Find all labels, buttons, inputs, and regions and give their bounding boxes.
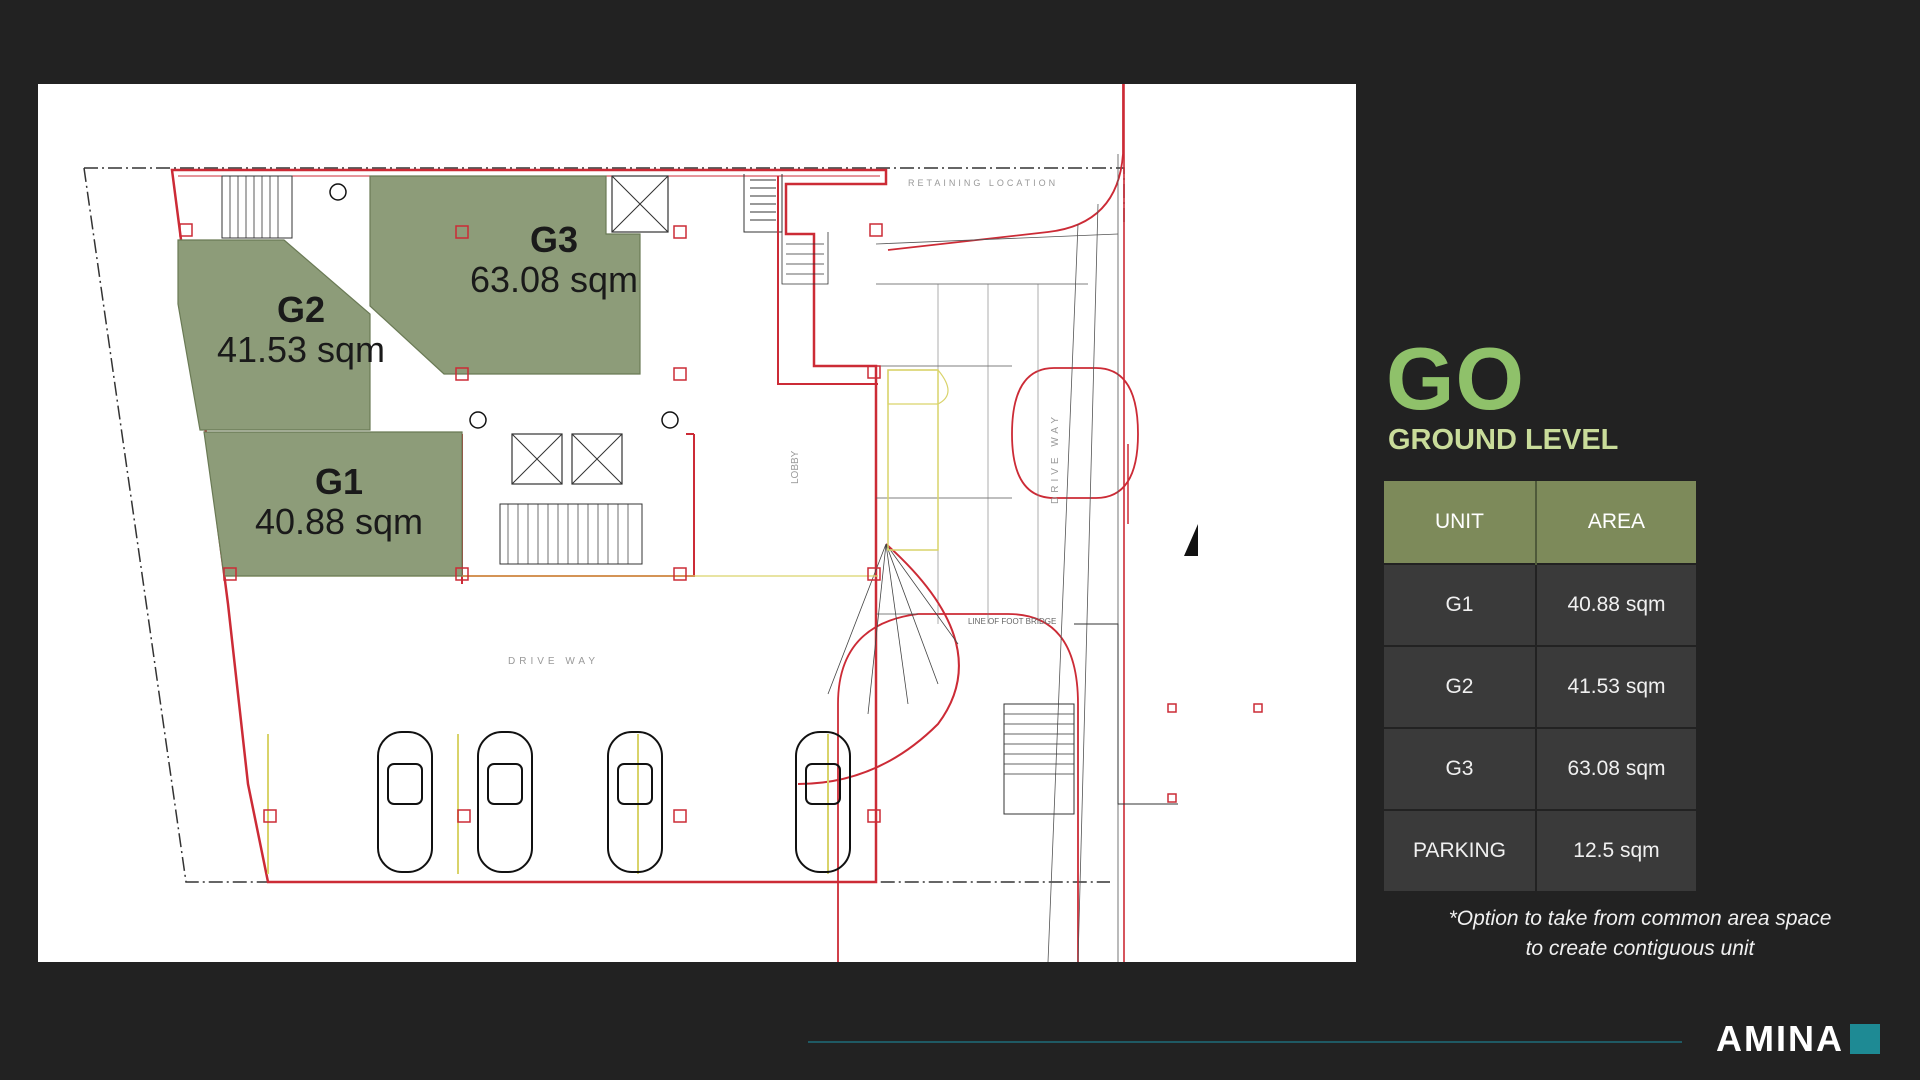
unit-g2-area: 41.53 sqm — [216, 328, 386, 370]
drive-way-lines — [875, 233, 1119, 615]
footer-divider — [808, 1041, 1682, 1043]
island-shape — [1011, 367, 1139, 499]
table-cell-unit: G2 — [1384, 645, 1537, 728]
drive-way-guides — [937, 284, 1039, 624]
stair-top-left — [221, 175, 293, 239]
table-cell-unit: G1 — [1384, 563, 1537, 646]
footnote-line-2: to create contiguous unit — [1525, 937, 1755, 960]
drive-way-left-annotation: DRIVE WAY — [508, 656, 599, 667]
lower-right-wall — [1074, 623, 1178, 805]
unit-area-table: UNIT AREA G1 40.88 sqm G2 41.53 sqm G3 6… — [1384, 481, 1696, 891]
drive-way-right-annotation: DRIVE WAY — [1050, 413, 1061, 504]
level-code: GO — [1386, 329, 1525, 428]
table-cell-unit: G3 — [1384, 727, 1537, 810]
table-row: G1 40.88 sqm — [1384, 563, 1696, 646]
lift-lobby-2-cross — [571, 433, 623, 485]
unit-g1-code: G1 — [314, 461, 364, 502]
footbridge-annotation: LINE OF FOOT BRIDGE — [968, 617, 1056, 626]
stair-top-middle — [743, 174, 783, 233]
unit-g2-label: G2 41.53 sqm — [196, 290, 406, 369]
stair-lobby-treads — [507, 504, 629, 564]
level-name: GROUND LEVEL — [1388, 424, 1619, 456]
table-header-area: AREA — [1535, 481, 1696, 564]
stair-lower — [781, 232, 829, 285]
retaining-annotation: RETAINING LOCATION — [908, 178, 1058, 188]
brand-square-icon — [1850, 1024, 1880, 1054]
ramp-fan-lines — [827, 543, 959, 715]
stair-lower-right — [1003, 703, 1075, 815]
footnote: *Option to take from common area space t… — [1400, 904, 1880, 964]
table-header-row: UNIT AREA — [1384, 481, 1696, 564]
parked-cars — [377, 731, 851, 873]
unit-g3-label: G3 63.08 sqm — [444, 220, 664, 299]
lift-lobby-1-cross — [511, 433, 563, 485]
table-header-unit: UNIT — [1384, 481, 1537, 564]
brand-logo-text: AMINA — [1716, 1018, 1844, 1059]
unit-g1-area: 40.88 sqm — [254, 500, 424, 542]
stair-lower-right-treads — [1004, 713, 1074, 775]
table-cell-area: 40.88 sqm — [1535, 563, 1696, 646]
corridor — [887, 369, 939, 551]
table-row: G2 41.53 sqm — [1384, 645, 1696, 728]
table-cell-unit: PARKING — [1384, 809, 1537, 891]
table-cell-area: 12.5 sqm — [1535, 809, 1696, 891]
corridor-top — [887, 369, 949, 405]
road-curve-top — [887, 84, 1124, 251]
floor-plan: LOBBY DRIVE WAY DRIVE WAY RETAINING LOCA… — [38, 84, 1356, 962]
parking-separators — [267, 734, 829, 874]
table-cell-area: 63.08 sqm — [1535, 727, 1696, 810]
table-row: G3 63.08 sqm — [1384, 727, 1696, 810]
stair-treads-top-left — [229, 176, 279, 238]
north-arrow-icon — [1184, 524, 1198, 556]
lobby-annotation: LOBBY — [790, 450, 801, 484]
table-cell-area: 41.53 sqm — [1535, 645, 1696, 728]
unit-g3-code: G3 — [529, 219, 579, 260]
unit-g2-code: G2 — [276, 289, 326, 330]
footnote-line-1: *Option to take from common area space — [1448, 907, 1832, 930]
road-lines — [1047, 154, 1119, 962]
table-row: PARKING 12.5 sqm — [1384, 809, 1696, 891]
stair-lobby — [499, 503, 643, 565]
unit-g1-label: G1 40.88 sqm — [234, 462, 444, 541]
unit-g3-area: 63.08 sqm — [469, 258, 639, 300]
